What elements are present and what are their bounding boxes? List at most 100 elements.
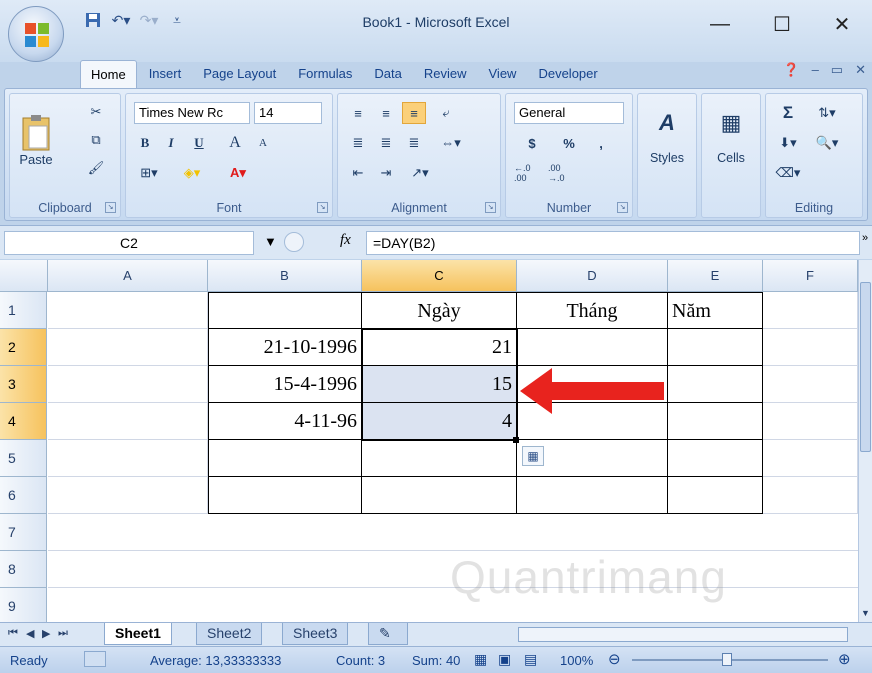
bold-button[interactable]: B [134,132,156,154]
underline-button[interactable]: U [186,132,212,154]
shrink-font-button[interactable]: A [250,132,276,154]
cell-c4[interactable]: 4 [362,403,517,440]
currency-button[interactable]: $ [514,132,550,154]
tab-review[interactable]: Review [414,60,477,88]
auto-fill-options-icon[interactable]: ▦ [522,446,544,466]
cancel-formula-icon[interactable] [284,232,304,252]
column-header-d[interactable]: D [517,260,668,292]
cell-c3[interactable]: 15 [362,366,517,403]
normal-view-icon[interactable]: ▦ [474,651,487,668]
page-layout-view-icon[interactable]: ▣ [498,651,511,668]
column-header-b[interactable]: B [208,260,362,292]
cell-f6[interactable] [763,477,858,514]
ribbon-close-icon[interactable]: ✕ [855,62,866,78]
top-align-icon[interactable]: ≡ [346,102,370,124]
name-box-dropdown-icon[interactable]: ▼ [264,234,277,249]
find-select-icon[interactable]: 🔍▾ [810,132,844,154]
tab-home[interactable]: Home [80,60,137,88]
number-launcher-icon[interactable]: ↘ [617,202,628,213]
cell-e6[interactable] [668,477,763,514]
column-header-a[interactable]: A [48,260,208,292]
cell-f2[interactable] [763,329,858,366]
row-header-6[interactable]: 6 [0,477,47,514]
vertical-scroll-thumb[interactable] [860,282,871,452]
minimize-button[interactable]: — [700,10,740,38]
close-button[interactable]: ✕ [822,10,862,38]
wrap-text-icon[interactable]: ⤶ [434,102,458,124]
tab-formulas[interactable]: Formulas [288,60,362,88]
cell-d1[interactable]: Tháng [517,292,668,329]
tab-insert[interactable]: Insert [139,60,192,88]
cell-f4[interactable] [763,403,858,440]
select-all-corner[interactable] [0,260,48,292]
cell-b2[interactable]: 21-10-1996 [208,329,362,366]
column-header-f[interactable]: F [763,260,858,292]
next-sheet-icon[interactable]: ▶ [42,627,50,640]
column-header-e[interactable]: E [668,260,763,292]
worksheet-grid[interactable]: A B C D E F 1 2 3 4 5 6 7 8 9 Ngày Tháng… [0,260,858,622]
sort-filter-icon[interactable]: ⇅▾ [810,102,844,124]
fill-color-icon[interactable]: ◈▾ [172,162,212,184]
sheet-tab-3[interactable]: Sheet3 [282,623,349,645]
row-header-9[interactable]: 9 [0,588,47,622]
align-right-icon[interactable]: ≣ [402,132,426,154]
name-box[interactable]: C2 [4,231,254,255]
row-header-8[interactable]: 8 [0,551,47,588]
prev-sheet-icon[interactable]: ◀ [26,627,34,640]
row-header-1[interactable]: 1 [0,292,47,329]
cell-b6[interactable] [208,477,362,514]
row-header-7[interactable]: 7 [0,514,47,551]
bottom-align-icon[interactable]: ≡ [402,102,426,124]
first-sheet-icon[interactable]: ⏮ [8,627,18,640]
insert-function-icon[interactable]: fx [340,232,351,249]
cell-a3[interactable] [48,366,208,403]
macro-record-icon[interactable] [84,651,106,667]
sheet-tab-2[interactable]: Sheet2 [196,623,263,645]
decrease-indent-icon[interactable]: ⇤ [346,162,370,184]
decrease-decimal-button[interactable]: .00 →.0 [548,162,578,184]
increase-indent-icon[interactable]: ⇥ [374,162,398,184]
clear-icon[interactable]: ⌫▾ [774,162,802,184]
styles-group[interactable]: A Styles [637,93,697,218]
clipboard-launcher-icon[interactable]: ↘ [105,202,116,213]
font-size-combo[interactable]: 14 [254,102,322,124]
alignment-launcher-icon[interactable]: ↘ [485,202,496,213]
cell-e1[interactable]: Năm [668,292,763,329]
font-color-icon[interactable]: A▾ [218,162,258,184]
page-break-view-icon[interactable]: ▤ [524,651,537,668]
sheet-tab-1[interactable]: Sheet1 [104,623,172,645]
zoom-in-icon[interactable]: ⊕ [838,650,851,668]
cell-a6[interactable] [48,477,208,514]
paste-button[interactable]: Paste [16,100,56,180]
last-sheet-icon[interactable]: ⏭ [58,627,68,640]
row-header-3[interactable]: 3 [0,366,47,403]
tab-developer[interactable]: Developer [528,60,607,88]
autosum-button[interactable]: Σ [774,102,802,124]
formula-input[interactable]: =DAY(B2) [366,231,860,255]
tab-page-layout[interactable]: Page Layout [193,60,286,88]
cell-b4[interactable]: 4-11-96 [208,403,362,440]
cells-group[interactable]: ▦ Cells [701,93,761,218]
column-header-c[interactable]: C [362,260,517,292]
cell-a5[interactable] [48,440,208,477]
cell-f1[interactable] [763,292,858,329]
zoom-level[interactable]: 100% [560,653,593,668]
font-launcher-icon[interactable]: ↘ [317,202,328,213]
help-icon[interactable]: ❓ [783,62,799,78]
cell-e4[interactable] [668,403,763,440]
percent-button[interactable]: % [556,132,582,154]
borders-icon[interactable]: ⊞▾ [134,162,164,184]
zoom-out-icon[interactable]: ⊖ [608,650,621,668]
row-header-2[interactable]: 2 [0,329,47,366]
row-header-5[interactable]: 5 [0,440,47,477]
cell-d6[interactable] [517,477,668,514]
cell-a4[interactable] [48,403,208,440]
cell-b5[interactable] [208,440,362,477]
cell-e3[interactable] [668,366,763,403]
italic-button[interactable]: I [160,132,182,154]
cell-f3[interactable] [763,366,858,403]
fill-icon[interactable]: ⬇▾ [774,132,802,154]
cell-e2[interactable] [668,329,763,366]
cut-icon[interactable]: ✂ [84,102,108,122]
cell-d2[interactable] [517,329,668,366]
